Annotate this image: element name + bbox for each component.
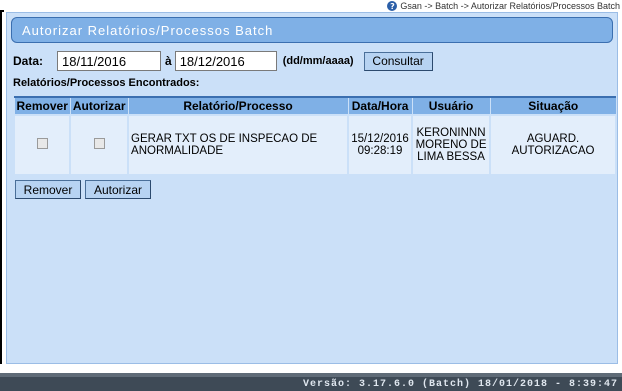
action-buttons: Remover Autorizar — [15, 180, 151, 199]
col-relatorio: Relatório/Processo — [127, 96, 349, 115]
col-autorizar: Autorizar — [69, 96, 129, 115]
cell-data-hora: 15/12/2016 09:28:19 — [347, 114, 414, 176]
version-text: Versão: 3.17.6.0 (Batch) 18/01/2018 - 8:… — [302, 378, 618, 390]
end-date-input[interactable] — [174, 51, 277, 71]
col-data-hora: Data/Hora — [347, 96, 413, 115]
date-label: Data: — [13, 54, 44, 68]
panel-title: Autorizar Relatórios/Processos Batch — [11, 17, 613, 43]
cell-usuario: KERONINNN MORENO DE LIMA BESSA — [411, 114, 492, 176]
start-date-input[interactable] — [57, 51, 161, 71]
authorize-button[interactable]: Autorizar — [85, 180, 151, 199]
search-button[interactable]: Consultar — [363, 51, 433, 71]
date-format-hint: (dd/mm/aaaa) — [282, 55, 354, 67]
breadcrumb: ? Gsan -> Batch -> Autorizar Relatórios/… — [387, 0, 620, 12]
col-remover: Remover — [13, 96, 71, 115]
results-table: Remover Autorizar Relatório/Processo Dat… — [12, 96, 617, 176]
cell-situacao: AGUARD. AUTORIZACAO — [489, 114, 617, 176]
cell-relatorio: GERAR TXT OS DE INSPECAO DE ANORMALIDADE — [127, 114, 350, 176]
authorize-checkbox[interactable] — [93, 138, 105, 149]
breadcrumb-text: Gsan -> Batch -> Autorizar Relatórios/Pr… — [400, 1, 620, 11]
date-filter: Data: à (dd/mm/aaaa) Consultar — [13, 50, 433, 72]
table-header-row: Remover Autorizar Relatório/Processo Dat… — [13, 96, 616, 115]
version-footer: Versão: 3.17.6.0 (Batch) 18/01/2018 - 8:… — [0, 373, 622, 391]
col-usuario: Usuário — [411, 96, 491, 115]
remove-checkbox[interactable] — [36, 138, 48, 149]
results-title: Relatórios/Processos Encontrados: — [13, 77, 200, 89]
main-panel: Autorizar Relatórios/Processos Batch Dat… — [6, 12, 618, 364]
remove-button[interactable]: Remover — [15, 180, 81, 199]
cell-remover — [12, 114, 72, 176]
date-separator: à — [165, 54, 172, 68]
cell-autorizar — [69, 114, 130, 176]
help-icon[interactable]: ? — [387, 1, 398, 11]
table-row: GERAR TXT OS DE INSPECAO DE ANORMALIDADE… — [12, 114, 617, 176]
col-situacao: Situação — [489, 96, 616, 115]
frame-edge — [0, 10, 4, 364]
